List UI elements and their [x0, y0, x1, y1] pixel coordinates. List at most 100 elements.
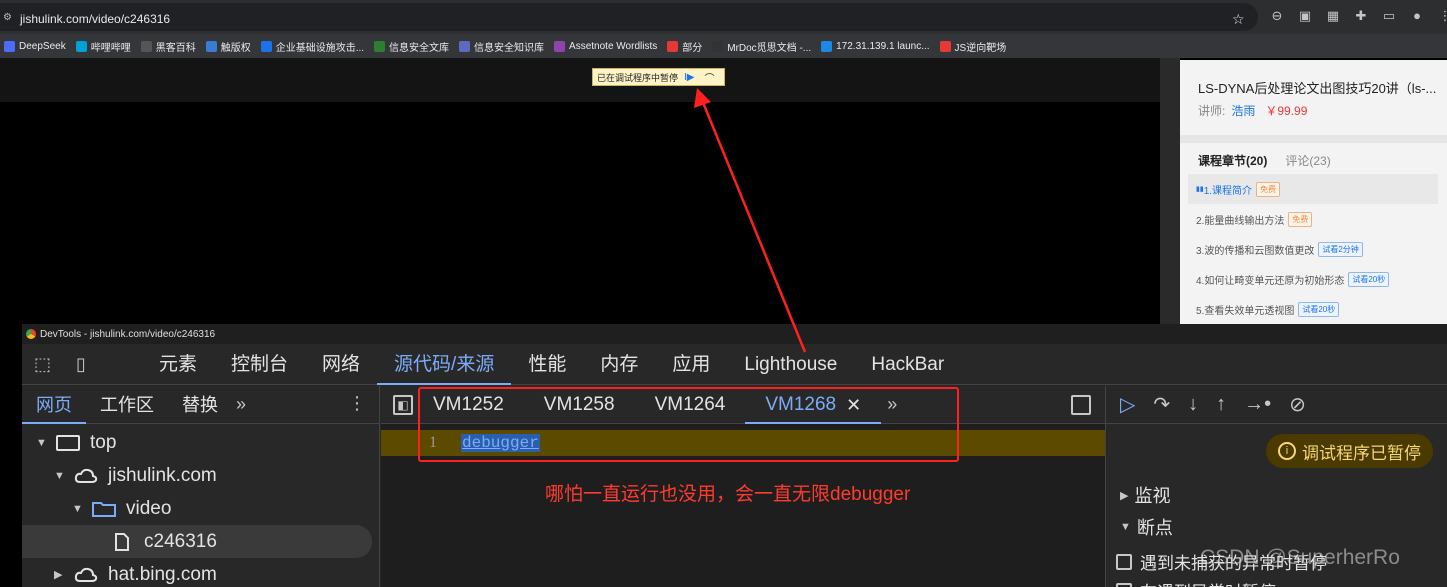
deactivate-breakpoints-icon[interactable]: ⊘	[1289, 392, 1306, 417]
tab-comments[interactable]: 评论(23)	[1285, 152, 1330, 169]
devtools-tab[interactable]: 元素	[142, 345, 214, 385]
toggle-debugger-sidebar-icon[interactable]	[1071, 395, 1091, 415]
bookmark-favicon-icon	[4, 40, 15, 52]
menu-icon[interactable]: ⋮	[1436, 8, 1447, 24]
bookmark-item[interactable]: JS逆向靶场	[939, 39, 1006, 54]
bookmark-favicon-icon	[140, 40, 152, 52]
chapter-label: 2.能量曲线输出方法	[1196, 215, 1285, 227]
video-player[interactable]	[0, 102, 1160, 324]
devtools-title: DevTools - jishulink.com/video/c246316	[40, 328, 216, 340]
course-divider	[1180, 135, 1447, 143]
devtools-tab[interactable]: 源代码/来源	[377, 345, 512, 385]
course-sidebar: LS-DYNA后处理论文出图技巧20讲（ls-... 讲师: 浩雨 ￥99.99 课…	[1180, 60, 1447, 326]
bookmark-favicon-icon	[75, 40, 87, 52]
step-icon[interactable]: →•	[1244, 393, 1271, 416]
browser-toolbar-icons: ⊖ ▣ ▦ ✚ ▭ ● ⋮	[1268, 8, 1447, 24]
teacher-name[interactable]: 浩雨	[1231, 104, 1255, 118]
devtools-tab[interactable]: 性能	[511, 345, 583, 385]
resume-icon[interactable]: ▷	[1120, 392, 1135, 417]
devtools-tab[interactable]: HackBar	[854, 345, 961, 385]
overlay-resume-icon[interactable]: I▶	[684, 72, 694, 83]
bookmark-item[interactable]: 部分	[667, 39, 702, 54]
sidepanel-icon[interactable]: ▭	[1380, 8, 1398, 24]
chapter-item[interactable]: 4.如何让畸变单元还原为初始形态 试看20秒	[1188, 264, 1438, 294]
tree-arrow-icon[interactable]: ▼	[72, 503, 86, 515]
site-info-icon[interactable]: ⚙	[3, 12, 14, 23]
pause-caught-checkbox[interactable]: 在遇到异常时暂停	[1116, 578, 1276, 587]
url-text[interactable]: jishulink.com/video/c246316	[20, 12, 170, 26]
tree-node[interactable]: c246316	[22, 525, 372, 558]
tree-node[interactable]: ▼ top	[22, 426, 380, 459]
chapter-tag: 试看20秒	[1348, 271, 1390, 287]
bookmark-item[interactable]: MrDoc觅思文档 -...	[712, 39, 811, 54]
bookmark-label: 触版权	[220, 42, 251, 54]
bookmark-star-icon[interactable]: ☆	[1232, 11, 1245, 28]
course-price: ￥99.99	[1265, 104, 1308, 118]
devtools-tab[interactable]: 控制台	[214, 345, 305, 385]
devtools-tab[interactable]: 网络	[305, 345, 377, 385]
chapter-tag: 免费	[1256, 181, 1281, 197]
devtools-panel-tabs: 元素 控制台 网络 源代码/来源 性能 内存 应用 Lighthouse HackBar	[142, 345, 961, 385]
tree-arrow-icon[interactable]: ▼	[36, 437, 50, 449]
inspect-element-icon[interactable]: ⬚	[34, 354, 51, 375]
chapter-item[interactable]: 2.能量曲线输出方法 免费	[1188, 204, 1438, 234]
chapter-label: 1.课程简介	[1203, 185, 1253, 197]
media-icon[interactable]: ⊖	[1268, 8, 1286, 24]
devtools-tab[interactable]: Lighthouse	[727, 345, 854, 385]
course-title[interactable]: LS-DYNA后处理论文出图技巧20讲（ls-...	[1198, 78, 1438, 97]
teacher-label: 讲师:	[1198, 104, 1226, 118]
overlay-step-over-icon[interactable]: ⌒	[704, 70, 714, 85]
playing-bars-icon: ▮▮	[1196, 186, 1204, 193]
more-tabs-icon[interactable]: »	[236, 394, 246, 415]
toggle-navigator-icon[interactable]: ◧	[393, 394, 413, 415]
navigator-tab[interactable]: 替换	[168, 386, 232, 424]
profile-icon[interactable]: ●	[1408, 8, 1426, 24]
chapter-tag: 试看2分钟	[1318, 241, 1363, 257]
bookmark-label: Assetnote Wordlists	[569, 40, 658, 52]
chapter-tag: 免费	[1288, 211, 1313, 227]
tab-chapters[interactable]: 课程章节(20)	[1198, 152, 1267, 169]
paused-overlay-text: 已在调试程序中暂停	[597, 72, 679, 83]
navigator-tab[interactable]: 工作区	[86, 386, 168, 424]
section-watch-label: 监视	[1134, 486, 1171, 506]
checkbox-box[interactable]	[1116, 582, 1132, 587]
step-into-icon[interactable]: ↓	[1188, 393, 1198, 416]
tree-node[interactable]: ▼ jishulink.com	[22, 459, 380, 492]
bookmark-label: 信息安全文库	[389, 42, 450, 54]
tree-arrow-icon[interactable]: ▶	[54, 568, 68, 581]
tree-node[interactable]: ▶ hat.bing.com	[22, 558, 380, 587]
screenshot-icon[interactable]: ▣	[1296, 8, 1314, 24]
bookmark-item[interactable]: 172.31.139.1 launc...	[821, 40, 930, 52]
tree-arrow-icon[interactable]: ▼	[54, 470, 68, 482]
bookmark-item[interactable]: 哔哩哔哩	[75, 39, 131, 54]
debugger-controls: ▷ ↷ ↓ ↑ →• ⊘	[1106, 386, 1447, 424]
section-watch[interactable]: ▶ 监视	[1120, 482, 1170, 508]
extensions-icon[interactable]: ✚	[1352, 8, 1370, 24]
address-bar[interactable]: ⚙ jishulink.com/video/c246316 ☆	[0, 3, 1258, 31]
section-breakpoints[interactable]: ▼ 断点	[1120, 514, 1173, 540]
bookmark-item[interactable]: Assetnote Wordlists	[554, 40, 658, 52]
chapter-item[interactable]: ▮▮ 1.课程简介 免费	[1188, 174, 1438, 204]
cloud-icon	[74, 566, 98, 584]
step-over-icon[interactable]: ↷	[1153, 392, 1170, 417]
bookmark-item[interactable]: DeepSeek	[4, 40, 66, 52]
device-toolbar-icon[interactable]: ▯	[76, 354, 86, 375]
bookmark-item[interactable]: 信息安全知识库	[459, 39, 544, 54]
bookmark-item[interactable]: 信息安全文库	[374, 39, 449, 54]
navigator-menu-icon[interactable]: ⋮	[348, 393, 366, 414]
sources-navigator: 网页 工作区 替换» ⋮ ▼ top ▼ jishulink.com ▼ video c2463…	[22, 386, 380, 587]
tree-node[interactable]: ▼ video	[22, 492, 380, 525]
bookmark-item[interactable]: 触版权	[205, 39, 251, 54]
bookmark-item[interactable]: 企业基础设施攻击...	[260, 39, 364, 54]
bookmark-item[interactable]: 黑客百科	[140, 39, 196, 54]
chapter-item[interactable]: 3.波的传播和云图数值更改 试看2分钟	[1188, 234, 1438, 264]
checkbox-box[interactable]	[1116, 553, 1132, 570]
devtools-tab[interactable]: 内存	[583, 345, 655, 385]
tree-node-label: jishulink.com	[108, 464, 217, 486]
chapter-item[interactable]: 5.查看失效单元透视图 试看20秒	[1188, 294, 1438, 324]
devtools-tab[interactable]: 应用	[655, 345, 727, 385]
chapter-label: 3.波的传播和云图数值更改	[1196, 245, 1315, 257]
navigator-tab[interactable]: 网页	[22, 386, 86, 424]
gamepad-icon[interactable]: ▦	[1324, 8, 1342, 24]
step-out-icon[interactable]: ↑	[1216, 393, 1226, 416]
